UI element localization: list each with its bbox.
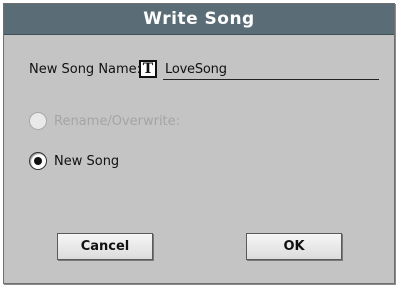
cancel-button[interactable]: Cancel (57, 233, 153, 260)
song-name-field[interactable]: LoveSong (163, 61, 379, 80)
new-song-option[interactable]: New Song (29, 150, 119, 172)
ok-button[interactable]: OK (246, 233, 342, 260)
rename-overwrite-label: Rename/Overwrite: (54, 113, 181, 129)
new-song-label: New Song (54, 153, 120, 169)
rename-overwrite-option: Rename/Overwrite: (29, 110, 180, 132)
write-song-dialog: Write Song New Song Name: T LoveSong Ren… (3, 3, 395, 284)
text-edit-icon[interactable]: T (139, 60, 157, 78)
rename-overwrite-radio (29, 112, 47, 130)
dialog-title: Write Song (4, 4, 394, 35)
new-song-radio[interactable] (29, 152, 47, 170)
song-name-label: New Song Name: (29, 62, 142, 77)
